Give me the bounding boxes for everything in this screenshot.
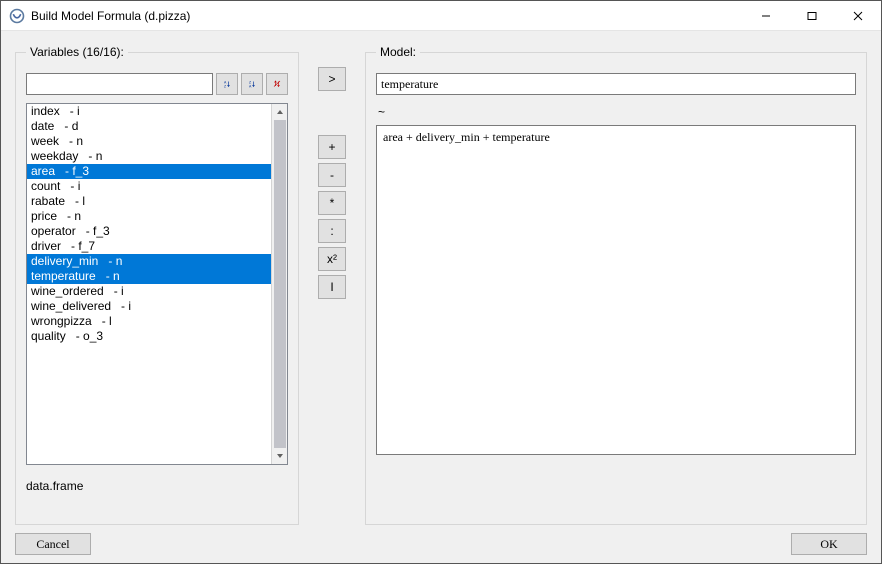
list-item[interactable]: area - f_3	[27, 164, 271, 179]
list-item[interactable]: date - d	[27, 119, 271, 134]
svg-text:A: A	[249, 85, 252, 89]
square-button[interactable]: x²	[318, 247, 346, 271]
scroll-down-button[interactable]	[272, 448, 288, 464]
sort-za-button[interactable]: Z A	[241, 73, 263, 95]
svg-text:Z: Z	[224, 85, 227, 89]
list-item[interactable]: wrongpizza - l	[27, 314, 271, 329]
list-item[interactable]: price - n	[27, 209, 271, 224]
send-button[interactable]: >	[318, 67, 346, 91]
variables-legend: Variables (16/16):	[26, 45, 128, 59]
operator-column: > + - * : x² I	[299, 45, 365, 525]
ok-button[interactable]: OK	[791, 533, 867, 555]
list-item[interactable]: rabate - l	[27, 194, 271, 209]
list-item[interactable]: week - n	[27, 134, 271, 149]
list-item[interactable]: quality - o_3	[27, 329, 271, 344]
dialog-window: Build Model Formula (d.pizza) Variables …	[0, 0, 882, 564]
list-item[interactable]: delivery_min - n	[27, 254, 271, 269]
maximize-button[interactable]	[789, 1, 835, 31]
response-input[interactable]	[376, 73, 856, 95]
list-item[interactable]: index - i	[27, 104, 271, 119]
model-group: Model: ~	[365, 45, 867, 525]
window-title: Build Model Formula (d.pizza)	[31, 9, 190, 23]
listbox-scrollbar[interactable]	[271, 104, 287, 464]
list-item[interactable]: operator - f_3	[27, 224, 271, 239]
scroll-up-button[interactable]	[272, 104, 288, 120]
sort-az-button[interactable]: A Z	[216, 73, 238, 95]
list-item[interactable]: weekday - n	[27, 149, 271, 164]
list-item[interactable]: driver - f_7	[27, 239, 271, 254]
plus-button[interactable]: +	[318, 135, 346, 159]
list-item[interactable]: wine_delivered - i	[27, 299, 271, 314]
titlebar: Build Model Formula (d.pizza)	[1, 1, 881, 31]
sort-reset-button[interactable]	[266, 73, 288, 95]
filter-input[interactable]	[26, 73, 213, 95]
list-item[interactable]: count - i	[27, 179, 271, 194]
minimize-button[interactable]	[743, 1, 789, 31]
variables-group: Variables (16/16): A Z Z A	[15, 45, 299, 525]
svg-text:A: A	[224, 81, 227, 85]
close-button[interactable]	[835, 1, 881, 31]
app-icon	[9, 8, 25, 24]
colon-button[interactable]: :	[318, 219, 346, 243]
list-item[interactable]: wine_ordered - i	[27, 284, 271, 299]
dataframe-type-label: data.frame	[26, 479, 288, 493]
dialog-footer: Cancel OK	[1, 533, 881, 567]
identity-button[interactable]: I	[318, 275, 346, 299]
tilde-label: ~	[378, 105, 856, 119]
formula-textarea[interactable]	[376, 125, 856, 455]
minus-button[interactable]: -	[318, 163, 346, 187]
times-button[interactable]: *	[318, 191, 346, 215]
model-legend: Model:	[376, 45, 420, 59]
cancel-button[interactable]: Cancel	[15, 533, 91, 555]
scroll-thumb[interactable]	[274, 120, 286, 450]
dialog-body: Variables (16/16): A Z Z A	[1, 31, 881, 533]
svg-text:Z: Z	[249, 81, 252, 85]
variables-listbox[interactable]: index - idate - dweek - nweekday - narea…	[26, 103, 288, 465]
list-item[interactable]: temperature - n	[27, 269, 271, 284]
